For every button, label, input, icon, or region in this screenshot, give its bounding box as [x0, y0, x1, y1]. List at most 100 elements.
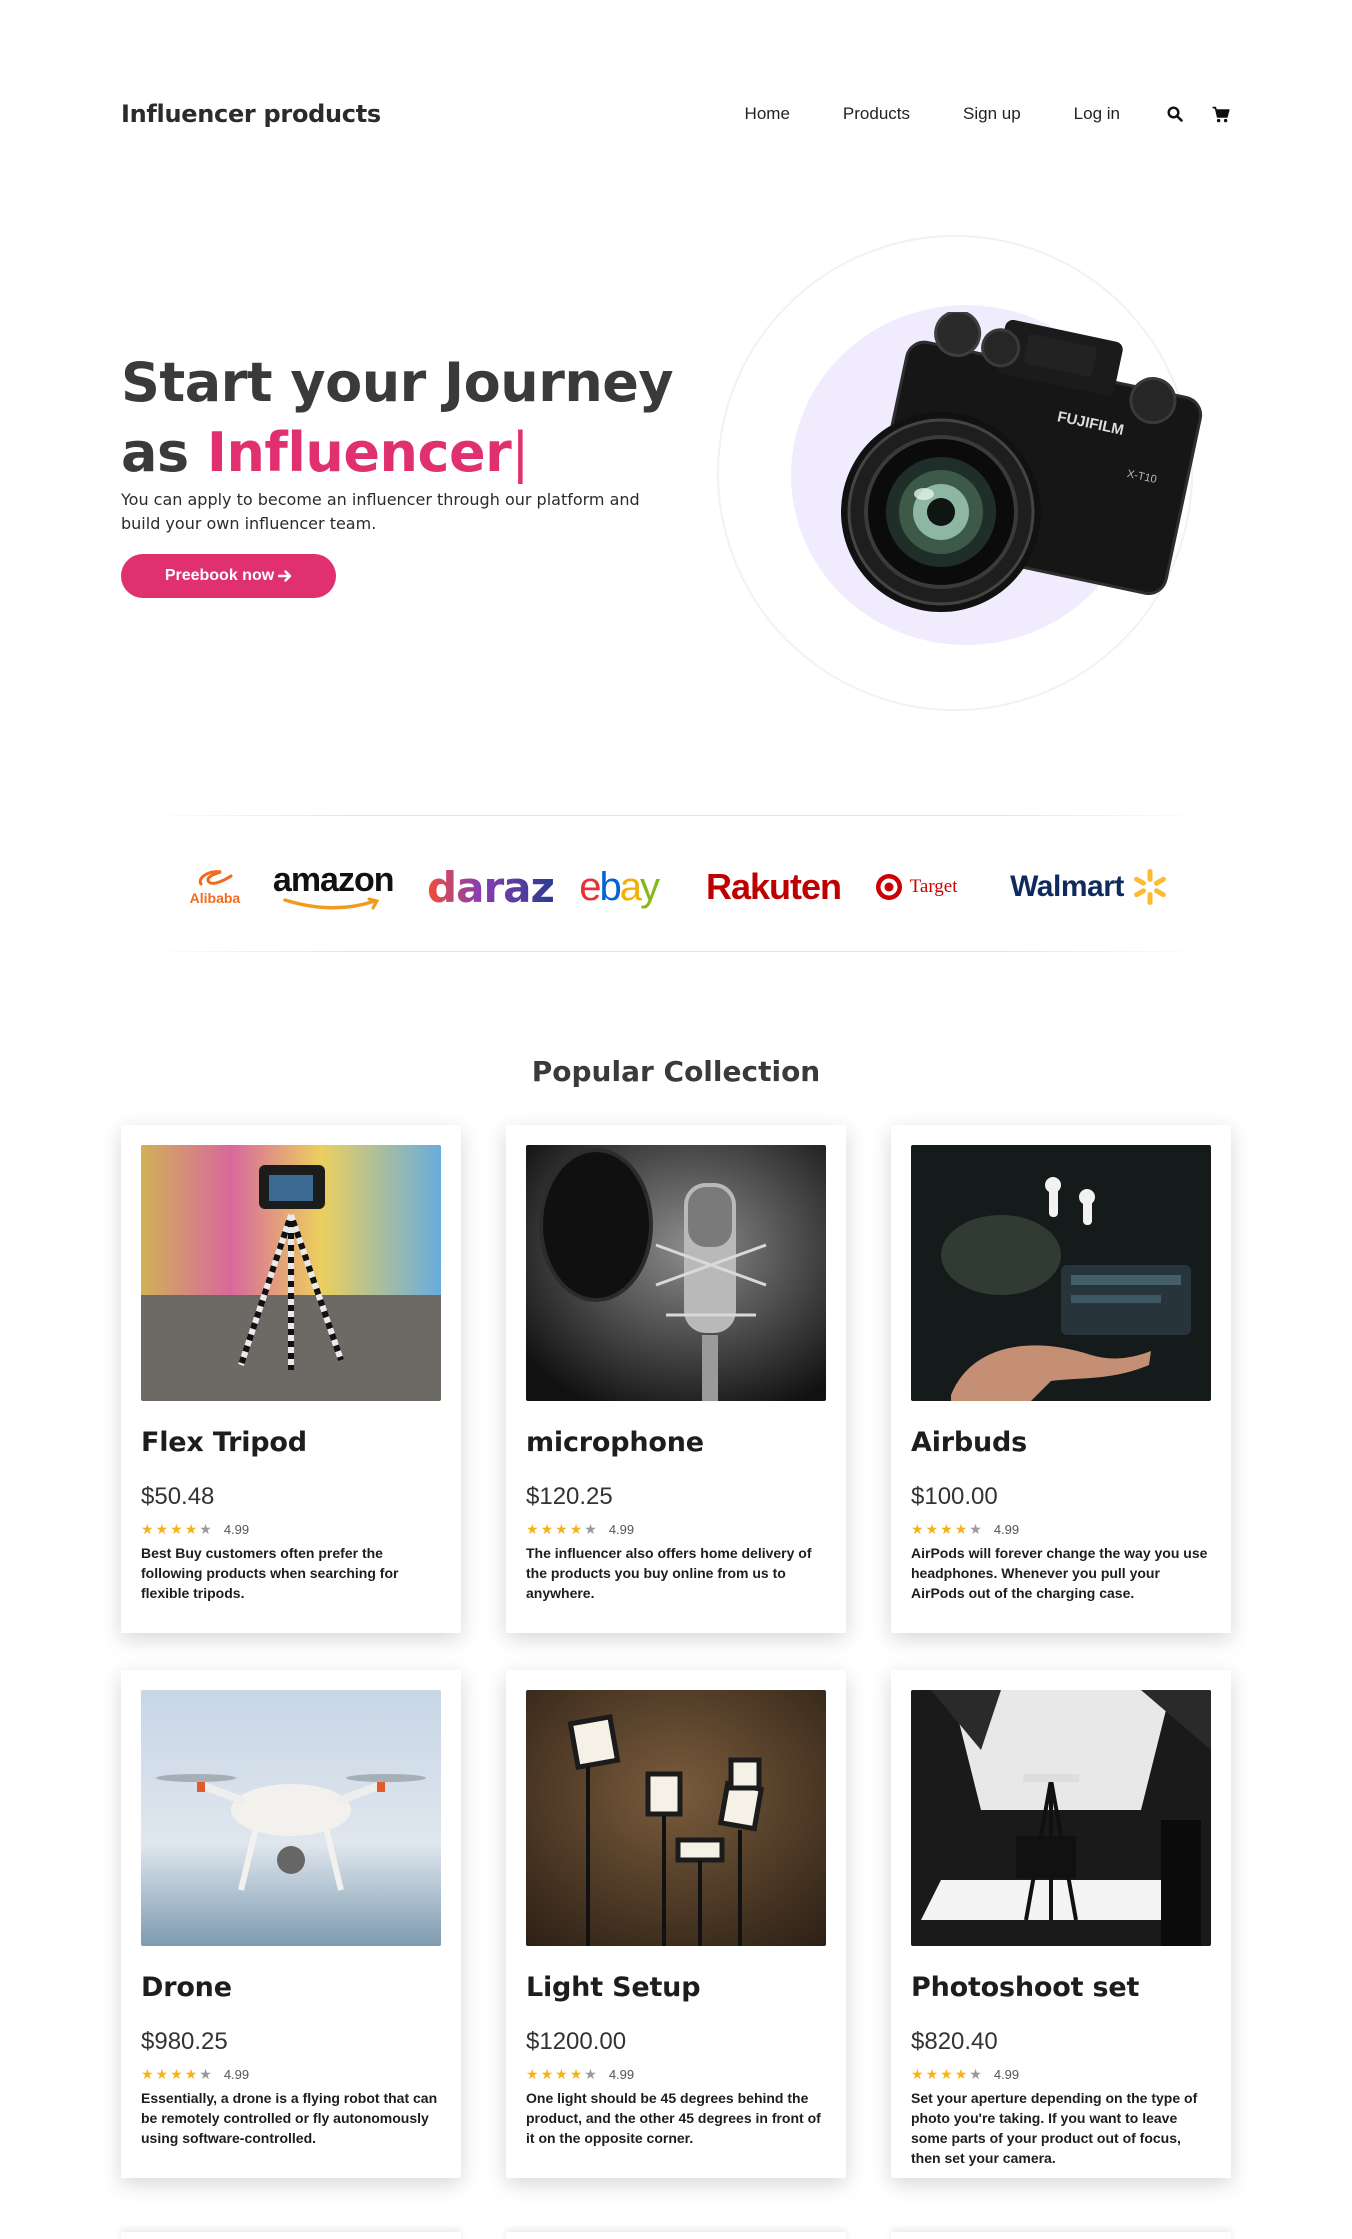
product-price: $100.00: [911, 1483, 998, 1510]
star-icon: ★: [555, 2066, 568, 2083]
product-rating: ★ ★ ★ ★ ★ 4.99: [526, 1522, 634, 1537]
cart-icon[interactable]: [1211, 104, 1231, 124]
nav-home[interactable]: Home: [745, 104, 790, 124]
star-icon: ★: [155, 2066, 169, 2083]
star-icon: ★: [526, 1521, 539, 1538]
product-card[interactable]: Photoshoot set $820.40 ★ ★ ★ ★ ★ 4.99 Set yo…: [891, 1670, 1231, 2178]
product-description: Best Buy customers often prefer the foll…: [141, 1545, 399, 1601]
camera-image: FUJIFILM X-T10: [796, 310, 1238, 642]
preebook-button-label: Preebook now: [164, 567, 275, 584]
star-icon: ★: [954, 1521, 968, 1538]
star-icon: ★: [911, 1521, 924, 1538]
walmart-logo: Walmart: [1010, 867, 1180, 907]
product-name: microphone: [526, 1427, 704, 1458]
product-image-photoshoot-set: [911, 1690, 1211, 1946]
hero-subtitle: You can apply to become an influencer th…: [121, 490, 640, 533]
product-name: Airbuds: [911, 1427, 1028, 1458]
product-image-light-setup: [526, 1690, 826, 1946]
product-description: One light should be 45 degrees behind th…: [526, 2090, 821, 2146]
star-icon: ★: [141, 2066, 154, 2083]
product-rating: ★ ★ ★ ★ ★ 4.99: [141, 2067, 249, 2082]
hero-title-line2: as Influencer|: [121, 418, 673, 488]
preebook-button[interactable]: Preebook now: [121, 554, 336, 598]
brand-strip-bottom-divider: [140, 951, 1212, 952]
product-name: Light Setup: [526, 1972, 701, 2003]
product-price: $120.25: [526, 1483, 613, 1510]
product-price: $1200.00: [526, 2028, 627, 2055]
hero-title-line1: Start your Journey: [121, 351, 674, 414]
star-icon: ★: [199, 1521, 212, 1538]
product-card[interactable]: Light Setup $1200.00 ★ ★ ★ ★ ★ 4.99 One ligh…: [506, 1670, 846, 2178]
alibaba-logo: Alibaba: [180, 868, 250, 906]
star-icon: ★: [155, 1521, 169, 1538]
product-price: $50.48: [141, 1483, 215, 1510]
star-icon: ★: [940, 2066, 953, 2083]
product-image-drone: [141, 1690, 441, 1946]
nav-log-in[interactable]: Log in: [1074, 104, 1120, 124]
star-icon: ★: [184, 2066, 198, 2083]
star-icon: ★: [555, 1521, 568, 1538]
star-icon: ★: [954, 2066, 968, 2083]
section-title: Popular Collection: [531, 1055, 821, 1088]
rakuten-logo: Rakuten: [705, 866, 842, 907]
nav-sign-up[interactable]: Sign up: [963, 104, 1021, 124]
star-icon: ★: [526, 2066, 539, 2083]
product-card[interactable]: microphone $120.25 ★ ★ ★ ★ ★ 4.99 The influe…: [506, 1125, 846, 1633]
product-rating: ★ ★ ★ ★ ★ 4.99: [141, 1522, 249, 1537]
product-card[interactable]: Airbuds $100.00 ★ ★ ★ ★ ★ 4.99 AirPods will …: [891, 1125, 1231, 1633]
daraz-logo: daraz: [427, 862, 555, 912]
rating-score: 4.99: [608, 2067, 635, 2082]
hero-title-accent: Influencer: [206, 421, 512, 484]
search-icon[interactable]: [1165, 104, 1185, 124]
product-card[interactable]: Flex Tripod $50.48 ★ ★ ★ ★ ★ 4.99 Best Buy c…: [121, 1125, 461, 1633]
nav-products[interactable]: Products: [843, 104, 910, 124]
star-icon: ★: [925, 1521, 939, 1538]
star-icon: ★: [184, 1521, 198, 1538]
star-icon: ★: [925, 2066, 939, 2083]
brand-logos: Alibaba amazon daraz ebay ebay Rakuten T…: [180, 855, 1180, 919]
star-icon: ★: [569, 2066, 583, 2083]
amazon-logo: amazon: [273, 863, 401, 911]
star-icon: ★: [969, 1521, 982, 1538]
rating-score: 4.99: [223, 1522, 250, 1537]
arrow-right-icon: [278, 570, 292, 582]
product-name: Photoshoot set: [911, 1972, 1140, 2003]
brand-logo[interactable]: Influencer products: [121, 100, 381, 128]
typing-cursor: |: [511, 421, 529, 484]
rating-score: 4.99: [223, 2067, 250, 2082]
rating-score: 4.99: [993, 2067, 1020, 2082]
product-image-microphone: [526, 1145, 826, 1401]
star-icon: ★: [969, 2066, 982, 2083]
ebay-logo: ebay ebay: [579, 864, 660, 909]
star-icon: ★: [584, 2066, 597, 2083]
star-icon: ★: [584, 1521, 597, 1538]
hero-title: Start your Journey as Influencer|: [121, 348, 674, 488]
product-price: $820.40: [911, 2028, 998, 2055]
target-logo: Target: [874, 872, 991, 902]
star-icon: ★: [141, 1521, 154, 1538]
brand-strip-top-divider: [140, 815, 1212, 816]
rating-score: 4.99: [993, 1522, 1020, 1537]
star-icon: ★: [940, 1521, 953, 1538]
product-rating: ★ ★ ★ ★ ★ 4.99: [911, 2067, 1019, 2082]
star-icon: ★: [170, 2066, 183, 2083]
nav-links: Home Products Sign up Log in: [745, 104, 1231, 124]
product-card-next-row: [121, 2232, 461, 2239]
hero-title-prefix: as: [121, 421, 207, 484]
product-card-next-row: [891, 2232, 1231, 2239]
product-name: Drone: [141, 1972, 232, 2003]
star-icon: ★: [199, 2066, 212, 2083]
product-image-airbuds: [911, 1145, 1211, 1401]
star-icon: ★: [540, 1521, 554, 1538]
product-rating: ★ ★ ★ ★ ★ 4.99: [526, 2067, 634, 2082]
product-rating: ★ ★ ★ ★ ★ 4.99: [911, 1522, 1019, 1537]
product-description: The influencer also offers home delivery…: [526, 1545, 812, 1601]
top-nav: Influencer products Home Products Sign u…: [121, 92, 1231, 136]
star-icon: ★: [170, 1521, 183, 1538]
product-card[interactable]: Drone $980.25 ★ ★ ★ ★ ★ 4.99 Essentially, a …: [121, 1670, 461, 2178]
product-name: Flex Tripod: [141, 1427, 307, 1458]
product-description: Set your aperture depending on the type …: [911, 2090, 1198, 2166]
star-icon: ★: [569, 1521, 583, 1538]
product-price: $980.25: [141, 2028, 228, 2055]
rating-score: 4.99: [608, 1522, 635, 1537]
